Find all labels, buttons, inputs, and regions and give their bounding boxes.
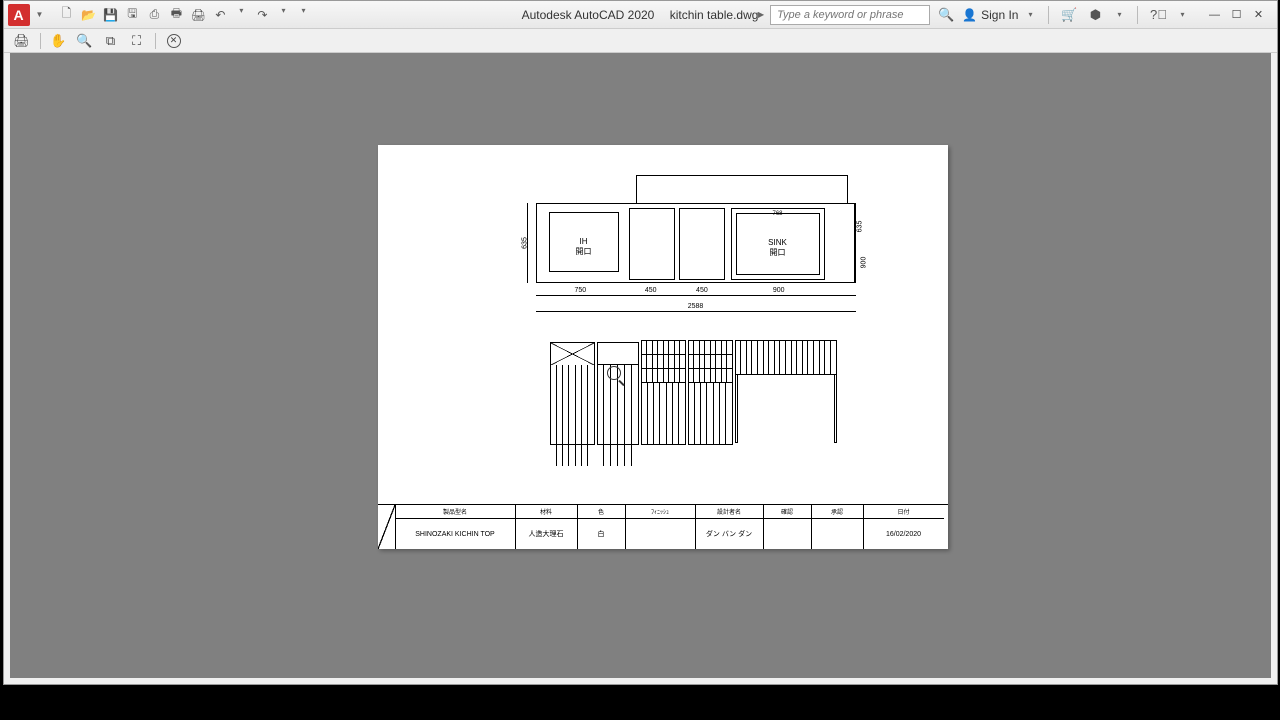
hood-outline — [636, 175, 848, 203]
plan-view: IH 開口 SINK 開口 768 — [523, 175, 868, 315]
plot-icon[interactable]: 🖶 — [167, 6, 185, 24]
dim-b1: 750 — [574, 287, 586, 294]
title-block: 製品型名 SHINOZAKI KICHIN TOP 材料 人造大理石 色 白 ﾌ… — [378, 504, 948, 549]
open-icon[interactable]: 📂 — [79, 6, 97, 24]
mid-section-2 — [679, 208, 725, 280]
infocenter-icon[interactable]: 🔍 — [936, 5, 956, 25]
close-button[interactable]: ✕ — [1249, 6, 1269, 24]
tb-col-approve: 承認 — [812, 505, 864, 549]
dim-total-value: 2588 — [688, 303, 704, 310]
saveas-icon[interactable]: 🖫 — [123, 6, 141, 24]
title-right: ▶ 🔍 👤 Sign In ▾ 🛒 ⬢ ▾ ?⃝ ▾ — ☐ ✕ — [758, 5, 1277, 25]
zoom-cursor-icon — [607, 366, 621, 380]
title-bar: ▼ 🗋 📂 💾 🖫 ⎙ 🖶 🖨 ↶ ▾ ↷ ▾ ▾ Autodesk AutoC… — [4, 1, 1277, 29]
undo-dropdown[interactable]: ▾ — [239, 6, 243, 24]
tb-col-material: 材料 人造大理石 — [516, 505, 578, 549]
dim-left-value: 635 — [521, 237, 528, 249]
ih-cooktop: IH 開口 — [549, 212, 619, 272]
app-exchange-icon[interactable]: ⬢ — [1085, 5, 1105, 25]
tb-col-check: 確認 — [764, 505, 812, 549]
dim-right-2: 900 — [860, 257, 867, 269]
divider — [1048, 6, 1049, 24]
divider — [1137, 6, 1138, 24]
file-name: kitchin table.dwg — [670, 8, 759, 22]
cabinet-1 — [550, 342, 595, 445]
cabinet-2 — [597, 342, 639, 445]
zoom-icon[interactable]: 🔍 — [75, 31, 95, 51]
user-icon: 👤 — [962, 8, 977, 22]
tb-col-date: 日付 16/02/2020 — [864, 505, 944, 549]
cabinet-5-leg-right — [834, 375, 837, 443]
canvas-area[interactable]: IH 開口 SINK 開口 768 — [10, 53, 1271, 678]
divider — [155, 33, 156, 49]
signin-dropdown[interactable]: ▾ — [1028, 10, 1032, 19]
quick-access-toolbar: 🗋 📂 💾 🖫 ⎙ 🖶 🖨 ↶ ▾ ↷ ▾ ▾ — [57, 6, 311, 24]
tb-col-product: 製品型名 SHINOZAKI KICHIN TOP — [396, 505, 516, 549]
zoom-window-icon[interactable]: ⧉ — [101, 31, 121, 51]
dim-b4: 900 — [773, 287, 785, 294]
cabinet-4 — [688, 340, 733, 445]
tb-col-designer: 設計者名 ダン バン ダン — [696, 505, 764, 549]
print-icon[interactable]: 🖨 — [189, 6, 207, 24]
print-icon[interactable]: 🖨 — [12, 31, 32, 51]
undo-icon[interactable]: ↶ — [211, 6, 229, 24]
app-name: Autodesk AutoCAD 2020 — [522, 8, 655, 22]
mid-section-1 — [629, 208, 675, 280]
cabinet-3 — [641, 340, 686, 445]
dim-b2: 450 — [645, 287, 657, 294]
sink-label: SINK 開口 — [768, 238, 787, 258]
dim-bottom: 750 450 450 900 — [536, 289, 856, 301]
cabinet-5-leg-left — [735, 375, 738, 443]
redo-icon[interactable]: ↷ — [253, 6, 271, 24]
dim-right: 635 900 — [848, 203, 868, 283]
search-input[interactable] — [770, 5, 930, 25]
window-controls: — ☐ ✕ — [1205, 6, 1269, 24]
dim-right-1: 635 — [856, 221, 863, 233]
pan-icon[interactable]: ✋ — [49, 31, 69, 51]
ih-label: IH 開口 — [576, 237, 592, 257]
signin-label: Sign In — [981, 8, 1018, 22]
cart-icon[interactable]: 🛒 — [1059, 5, 1079, 25]
close-preview-icon[interactable]: ✕ — [164, 31, 184, 51]
help-dropdown[interactable]: ▾ — [1180, 10, 1184, 19]
maximize-button[interactable]: ☐ — [1227, 6, 1247, 24]
tb-col-finish: ﾌｨﾆｯｼｭ — [626, 505, 696, 549]
sink-dim-top: 768 — [772, 211, 782, 217]
counter-outline: IH 開口 SINK 開口 768 — [536, 203, 856, 283]
preview-toolbar: 🖨 ✋ 🔍 ⧉ ⛶ ✕ — [4, 29, 1277, 53]
dim-b3: 450 — [696, 287, 708, 294]
minimize-button[interactable]: — — [1205, 6, 1225, 24]
cabinet-5-upper — [735, 340, 837, 375]
help-icon[interactable]: ?⃝ — [1148, 5, 1168, 25]
app-logo-icon[interactable] — [8, 4, 30, 26]
qat-customize[interactable]: ▾ — [301, 6, 305, 24]
dim-total: 2588 — [536, 303, 856, 315]
save-icon[interactable]: 💾 — [101, 6, 119, 24]
exchange-dropdown[interactable]: ▾ — [1117, 10, 1121, 19]
app-menu-dropdown[interactable]: ▼ — [36, 10, 44, 19]
divider — [40, 33, 41, 49]
tb-col-color: 色 白 — [578, 505, 626, 549]
redo-dropdown[interactable]: ▾ — [281, 6, 285, 24]
title-text: Autodesk AutoCAD 2020 kitchin table.dwg — [522, 8, 759, 22]
web-icon[interactable]: ⎙ — [145, 6, 163, 24]
sink-inner: SINK 開口 — [736, 213, 820, 275]
drawing-sheet: IH 開口 SINK 開口 768 — [378, 145, 948, 549]
zoom-original-icon[interactable]: ⛶ — [127, 31, 147, 51]
signin-button[interactable]: 👤 Sign In ▾ — [962, 8, 1038, 22]
new-icon[interactable]: 🗋 — [57, 6, 75, 24]
dim-left: 635 — [523, 203, 535, 283]
tb-corner — [378, 505, 396, 549]
elevation-view — [550, 340, 845, 445]
sink: SINK 開口 768 — [731, 208, 825, 280]
search-arrow-icon: ▶ — [758, 10, 764, 19]
app-window: ▼ 🗋 📂 💾 🖫 ⎙ 🖶 🖨 ↶ ▾ ↷ ▾ ▾ Autodesk AutoC… — [3, 0, 1278, 685]
